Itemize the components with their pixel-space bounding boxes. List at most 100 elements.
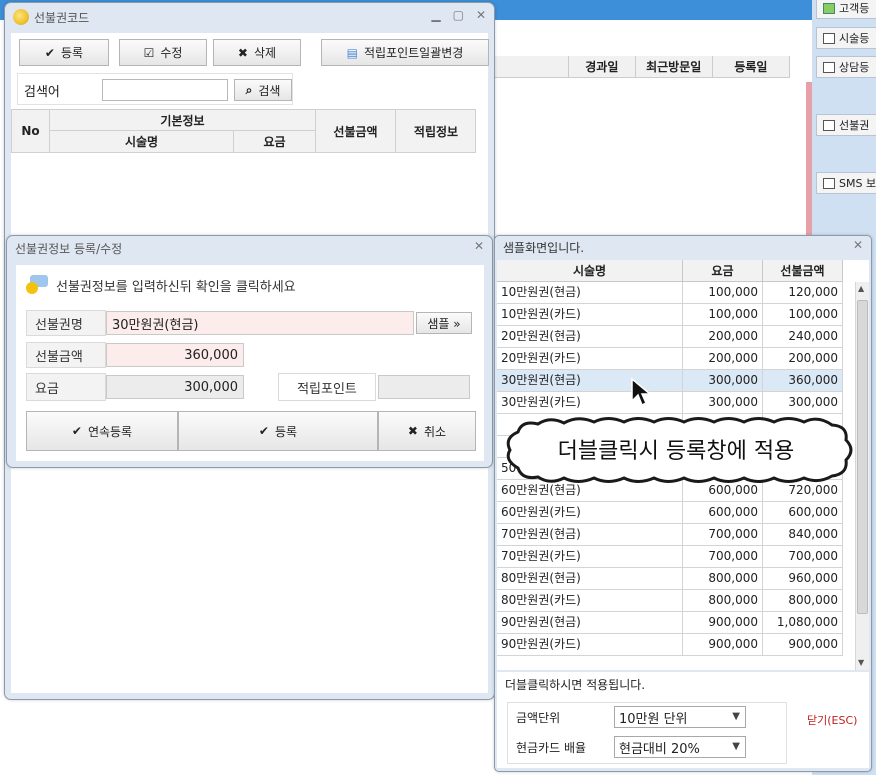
- cell-name: 90만원권(현금): [497, 612, 683, 633]
- chevron-down-icon: ▼: [732, 741, 740, 752]
- close-esc-link[interactable]: 닫기(ESC): [807, 712, 857, 728]
- column-registered[interactable]: 등록일: [713, 56, 790, 77]
- prepaid-amount-input[interactable]: 360,000: [106, 343, 244, 367]
- cell-name: 80만원권(현금): [497, 568, 683, 589]
- edit-button[interactable]: ☑ 수정: [119, 39, 207, 66]
- mail-icon: [823, 177, 835, 189]
- form-register-button[interactable]: ✔ 등록: [178, 411, 378, 451]
- minimize-icon[interactable]: ▁: [431, 8, 440, 22]
- label-prepaid-name: 선불권명: [26, 310, 106, 336]
- cell-name: 80만원권(카드): [497, 590, 683, 611]
- scroll-up-icon[interactable]: ▲: [858, 284, 864, 293]
- table-row[interactable]: 90만원권(현금) 900,000 1,080,000: [497, 612, 843, 634]
- cell-name: 70만원권(카드): [497, 546, 683, 567]
- cell-name: 70만원권(현금): [497, 524, 683, 545]
- table-row[interactable]: 80만원권(현금) 800,000 960,000: [497, 568, 843, 590]
- cell-fee: 100,000: [683, 282, 763, 303]
- side-button-prepaid[interactable]: 선불권: [816, 114, 876, 136]
- mouse-cursor-icon: [631, 377, 653, 407]
- table-row[interactable]: 30만원권(현금) 300,000 360,000: [497, 370, 843, 392]
- cell-fee: 100,000: [683, 304, 763, 325]
- chevron-down-icon: ▼: [732, 711, 740, 722]
- user-add-icon: [823, 2, 835, 14]
- table-row[interactable]: 10만원권(카드) 100,000 100,000: [497, 304, 843, 326]
- cell-amount: 960,000: [763, 568, 843, 589]
- cell-amount: 700,000: [763, 546, 843, 567]
- table-row[interactable]: 30만원권(카드) 300,000 300,000: [497, 392, 843, 414]
- cell-name: 30만원권(카드): [497, 392, 683, 413]
- table-row[interactable]: 60만원권(카드) 600,000 600,000: [497, 502, 843, 524]
- table-row[interactable]: 10만원권(현금) 100,000 120,000: [497, 282, 843, 304]
- scroll-thumb[interactable]: [857, 300, 868, 614]
- prepaid-name-input[interactable]: 30만원권(현금): [106, 311, 414, 335]
- column-treatment-name[interactable]: 시술명: [50, 131, 234, 152]
- column-no[interactable]: No: [12, 110, 50, 152]
- sample-titlebar[interactable]: 샘플화면입니다.: [495, 236, 871, 258]
- column-sample-amount[interactable]: 선불금액: [763, 260, 843, 281]
- cell-fee: 700,000: [683, 546, 763, 567]
- table-row[interactable]: 70만원권(현금) 700,000 840,000: [497, 524, 843, 546]
- cell-amount: 800,000: [763, 590, 843, 611]
- column-prepaid-amount[interactable]: 선불금액: [316, 110, 396, 152]
- delete-button[interactable]: ✖ 삭제: [213, 39, 301, 66]
- cell-fee: 600,000: [683, 502, 763, 523]
- cell-fee: 800,000: [683, 568, 763, 589]
- table-row[interactable]: 70만원권(카드) 700,000 700,000: [497, 546, 843, 568]
- cell-amount: 240,000: [763, 326, 843, 347]
- cell-fee: 200,000: [683, 348, 763, 369]
- points-input[interactable]: [378, 375, 470, 399]
- continuous-register-button[interactable]: ✔ 연속등록: [26, 411, 178, 451]
- cell-name: 20만원권(현금): [497, 326, 683, 347]
- table-row[interactable]: 20만원권(현금) 200,000 240,000: [497, 326, 843, 348]
- check-plus-icon: ✔: [71, 424, 82, 438]
- points-bulk-change-button[interactable]: ▤ 적립포인트일괄변경: [321, 39, 489, 66]
- cancel-button[interactable]: ✖ 취소: [378, 411, 476, 451]
- x-icon: ✖: [237, 45, 248, 60]
- search-button[interactable]: ⌕ 검색: [234, 79, 292, 101]
- search-input[interactable]: [102, 79, 228, 101]
- callout-cloud: 더블클릭시 등록창에 적용: [506, 417, 853, 483]
- prepaid-code-titlebar[interactable]: 선불권코드: [5, 3, 494, 31]
- column-sample-name[interactable]: 시술명: [497, 260, 683, 281]
- search-icon: ⌕: [245, 82, 253, 97]
- side-button-consult[interactable]: 상담등: [816, 56, 876, 78]
- prepaid-form-titlebar[interactable]: 선불권정보 등록/수정: [7, 236, 492, 260]
- cash-card-select[interactable]: 현금대비 20% ▼: [614, 736, 746, 758]
- amount-unit-label: 금액단위: [516, 711, 561, 725]
- column-fee[interactable]: 요금: [234, 131, 316, 152]
- close-icon[interactable]: ✕: [476, 8, 486, 22]
- amount-unit-select[interactable]: 10만원 단위 ▼: [614, 706, 746, 728]
- side-button-treatment[interactable]: 시술등: [816, 27, 876, 49]
- cell-fee: 700,000: [683, 524, 763, 545]
- column-sample-fee[interactable]: 요금: [683, 260, 763, 281]
- background-grid-header: 경과일 최근방문일 등록일: [490, 56, 790, 78]
- prepaid-form-body: 선불권정보를 입력하신뒤 확인을 클릭하세요 선불권명 30만원권(현금) 샘플…: [16, 265, 484, 461]
- sample-options: 금액단위 10만원 단위 ▼ 현금카드 배율 현금대비 20% ▼: [507, 702, 787, 764]
- prepaid-table-header: No 기본정보 시술명 요금 선불금액 적립정보: [11, 109, 476, 153]
- fee-input[interactable]: 300,000: [106, 375, 244, 399]
- sample-close-icon[interactable]: ✕: [853, 238, 863, 252]
- sample-footer: 더블클릭하시면 적용됩니다. 금액단위 10만원 단위 ▼ 현금카드 배율 현금대…: [497, 672, 869, 768]
- side-button-customer[interactable]: 고객등: [816, 0, 876, 19]
- cell-fee: 900,000: [683, 612, 763, 633]
- column-elapsed-days[interactable]: 경과일: [568, 56, 636, 77]
- cell-fee: 800,000: [683, 590, 763, 611]
- sample-button[interactable]: 샘플 »: [416, 312, 472, 334]
- table-row[interactable]: 20만원권(카드) 200,000 200,000: [497, 348, 843, 370]
- scroll-down-icon[interactable]: ▼: [858, 658, 864, 667]
- cell-fee: 200,000: [683, 326, 763, 347]
- column-basic-info: 기본정보: [50, 110, 316, 131]
- table-row[interactable]: 80만원권(카드) 800,000 800,000: [497, 590, 843, 612]
- callout-text: 더블클릭시 등록창에 적용: [558, 439, 795, 464]
- column-points-info[interactable]: 적립정보: [396, 110, 476, 152]
- side-button-sms[interactable]: SMS 보: [816, 172, 876, 194]
- form-close-icon[interactable]: ✕: [474, 239, 484, 253]
- cell-fee: 300,000: [683, 392, 763, 413]
- table-row[interactable]: 90만원권(카드) 900,000 900,000: [497, 634, 843, 656]
- register-button[interactable]: ✔ 등록: [19, 39, 109, 66]
- column-last-visit[interactable]: 최근방문일: [636, 56, 713, 77]
- points-list-icon: ▤: [346, 45, 358, 60]
- maximize-icon[interactable]: ▢: [453, 8, 464, 22]
- cell-name: 30만원권(현금): [497, 370, 683, 391]
- sample-scrollbar[interactable]: ▲ ▼: [855, 282, 869, 670]
